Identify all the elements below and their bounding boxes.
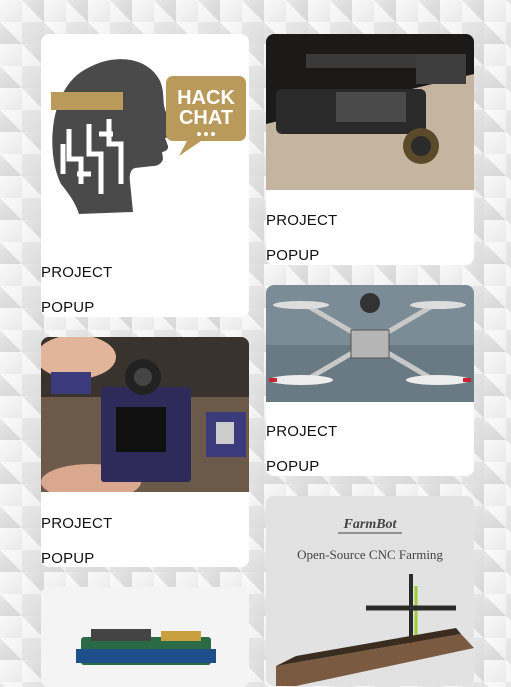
hackchat-logo-line1: HACK xyxy=(177,87,235,109)
project-card-farmbot[interactable]: FarmBot Open-Source CNC Farming xyxy=(266,496,474,686)
card-subtitle: POPUP xyxy=(266,247,320,264)
project-card-electronics[interactable] xyxy=(41,587,249,687)
project-card-hackchat[interactable]: HACK CHAT PROJECT POPUP xyxy=(41,34,249,317)
card-title: PROJECT xyxy=(41,515,113,532)
card-title: PROJECT xyxy=(41,264,113,281)
card-subtitle: POPUP xyxy=(266,458,320,475)
farmbot-logo: FarmBot xyxy=(343,517,398,532)
farmbot-photo: FarmBot Open-Source CNC Farming xyxy=(266,496,474,686)
electronics-photo xyxy=(41,587,249,687)
project-card-lathe[interactable]: PROJECT POPUP xyxy=(266,34,474,265)
hackchat-logo-line2: CHAT xyxy=(179,107,233,129)
camera-board-photo xyxy=(41,337,249,492)
drone-photo xyxy=(266,285,474,402)
card-title: PROJECT xyxy=(266,423,338,440)
card-subtitle: POPUP xyxy=(41,550,95,567)
farmbot-tagline: Open-Source CNC Farming xyxy=(297,547,443,562)
project-card-drone[interactable]: PROJECT POPUP xyxy=(266,285,474,476)
lathe-photo xyxy=(266,34,474,190)
card-title: PROJECT xyxy=(266,212,338,229)
hackchat-logo-image: HACK CHAT xyxy=(41,34,249,244)
card-subtitle: POPUP xyxy=(41,299,95,316)
project-card-camera-board[interactable]: PROJECT POPUP xyxy=(41,337,249,567)
